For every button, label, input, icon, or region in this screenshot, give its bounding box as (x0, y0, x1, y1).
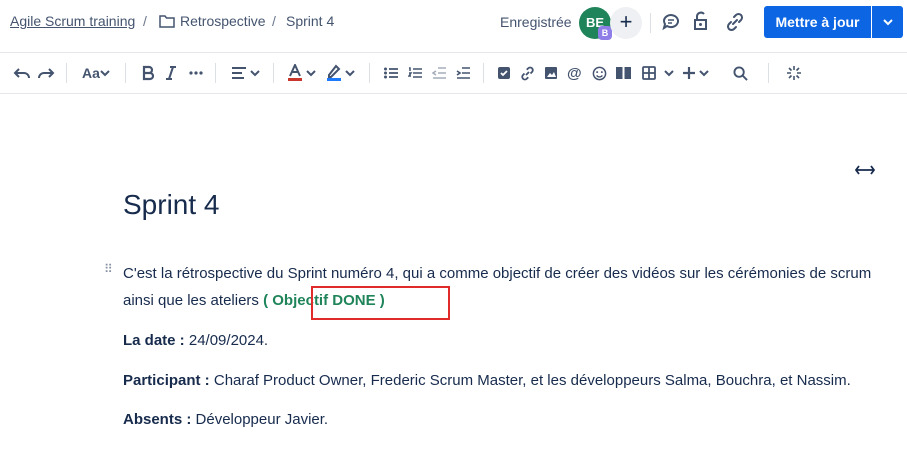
chevron-down-icon (664, 70, 674, 77)
insert-more-dropdown[interactable] (682, 63, 709, 83)
breadcrumb-folder-link[interactable]: Retrospective (180, 13, 266, 29)
task-checkbox-icon[interactable] (497, 63, 511, 83)
divider (650, 13, 651, 33)
plus-icon (683, 67, 695, 79)
more-formatting-icon[interactable] (189, 63, 203, 83)
chevron-down-icon (250, 70, 260, 77)
publish-button[interactable]: Mettre à jour (764, 6, 871, 38)
insert-link-icon[interactable] (520, 63, 535, 83)
top-bar: Agile Scrum training / Retrospective / S… (0, 0, 907, 53)
folder-icon (159, 14, 175, 33)
chevron-down-icon (882, 19, 893, 26)
publish-options-button[interactable] (872, 6, 903, 38)
chevron-down-icon (100, 70, 110, 77)
table-options-chevron[interactable] (664, 63, 674, 83)
editor-toolbar: Aa @ (0, 53, 907, 94)
link-icon[interactable] (725, 12, 745, 37)
intro-text: C'est la rétrospective du Sprint numéro … (123, 265, 872, 309)
breadcrumb-separator: / (143, 13, 147, 29)
italic-icon[interactable] (165, 63, 177, 83)
undo-icon[interactable] (13, 63, 31, 83)
alignment-dropdown[interactable] (231, 63, 260, 83)
expand-width-icon[interactable] (854, 163, 876, 181)
indent-icon[interactable] (456, 63, 470, 83)
breadcrumb-current[interactable]: Sprint 4 (286, 13, 334, 29)
text-color-icon (288, 64, 302, 81)
divider (215, 63, 216, 83)
breadcrumb-space-link[interactable]: Agile Scrum training (10, 13, 135, 29)
absents-value: Développeur Javier. (195, 411, 329, 428)
highlight-box (311, 286, 450, 320)
insert-image-icon[interactable] (544, 63, 558, 83)
text-color-dropdown[interactable] (287, 63, 316, 83)
date-label: La date : (123, 332, 185, 349)
divider (369, 63, 370, 83)
mention-icon[interactable]: @ (567, 63, 582, 83)
date-paragraph[interactable]: La date : 24/09/2024. (123, 327, 268, 354)
date-value: 24/09/2024. (188, 332, 269, 349)
breadcrumb-separator: / (272, 13, 276, 29)
layout-columns-icon[interactable] (615, 63, 632, 83)
align-left-icon (232, 67, 246, 79)
highlight-color-dropdown[interactable] (326, 63, 355, 83)
drag-handle-icon[interactable]: ⠿ (104, 263, 113, 275)
participants-label: Participant : (123, 372, 210, 389)
redo-icon[interactable] (37, 63, 55, 83)
chevron-down-icon (306, 70, 316, 77)
divider (125, 63, 126, 83)
divider (66, 63, 67, 83)
table-icon[interactable] (642, 63, 656, 83)
absents-label: Absents : (123, 411, 192, 428)
outdent-icon[interactable] (432, 63, 446, 83)
highlighter-icon (327, 64, 341, 81)
divider (483, 63, 484, 83)
participants-paragraph[interactable]: Participant : Charaf Product Owner, Fred… (123, 367, 851, 394)
divider (768, 63, 769, 83)
numbered-list-icon[interactable] (408, 63, 422, 83)
ai-assist-icon[interactable] (786, 63, 802, 83)
save-status: Enregistrée (500, 14, 572, 30)
divider (273, 63, 274, 83)
intro-paragraph[interactable]: C'est la rétrospective du Sprint numéro … (123, 260, 883, 314)
unlock-icon[interactable] (692, 11, 710, 36)
chevron-down-icon (699, 70, 709, 77)
text-style-dropdown[interactable]: Aa (82, 63, 110, 83)
text-style-label: Aa (82, 65, 100, 81)
emoji-icon[interactable] (592, 63, 607, 83)
bold-icon[interactable] (141, 63, 155, 83)
absents-paragraph[interactable]: Absents : Développeur Javier. (123, 406, 328, 433)
add-collaborator-button[interactable]: + (610, 7, 642, 39)
participants-value: Charaf Product Owner, Frederic Scrum Mas… (213, 372, 851, 389)
page-title[interactable]: Sprint 4 (123, 189, 220, 221)
comment-icon[interactable] (661, 12, 681, 37)
chevron-down-icon (345, 70, 355, 77)
bullet-list-icon[interactable] (384, 63, 398, 83)
search-icon[interactable] (733, 63, 748, 83)
